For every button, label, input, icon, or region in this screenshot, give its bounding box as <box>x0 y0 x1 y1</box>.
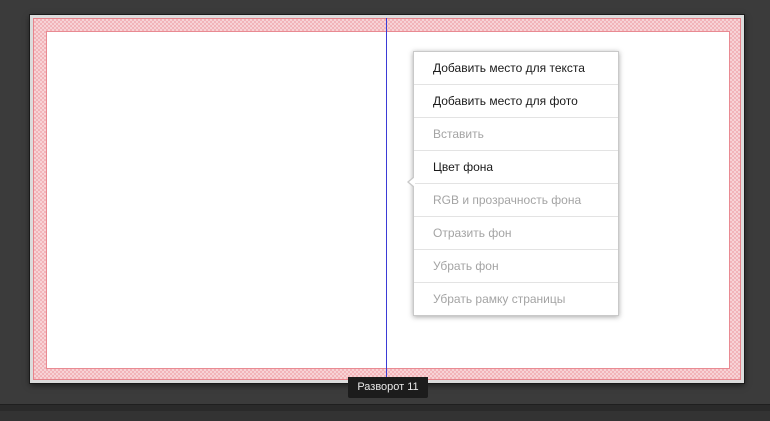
context-menu: Добавить место для текста Добавить место… <box>407 51 619 316</box>
editor-workspace: Добавить место для текста Добавить место… <box>0 0 770 421</box>
menu-item-add-text-box[interactable]: Добавить место для текста <box>414 52 618 85</box>
menu-item-background-color[interactable]: Цвет фона <box>414 151 618 184</box>
bottom-panel <box>0 404 770 421</box>
menu-item-mirror-background[interactable]: Отразить фон <box>414 217 618 250</box>
menu-item-remove-background[interactable]: Убрать фон <box>414 250 618 283</box>
menu-item-add-photo-box[interactable]: Добавить место для фото <box>414 85 618 118</box>
menu-item-rgb-transparency[interactable]: RGB и прозрачность фона <box>414 184 618 217</box>
spread-frame <box>30 15 744 383</box>
menu-item-paste[interactable]: Вставить <box>414 118 618 151</box>
bleed-area <box>33 18 741 380</box>
spine-line <box>386 18 387 381</box>
spread-canvas[interactable] <box>46 31 730 369</box>
menu-item-remove-page-frame[interactable]: Убрать рамку страницы <box>414 283 618 315</box>
menu-pointer-fill <box>409 177 415 187</box>
spread-label: Разворот 11 <box>348 377 428 398</box>
